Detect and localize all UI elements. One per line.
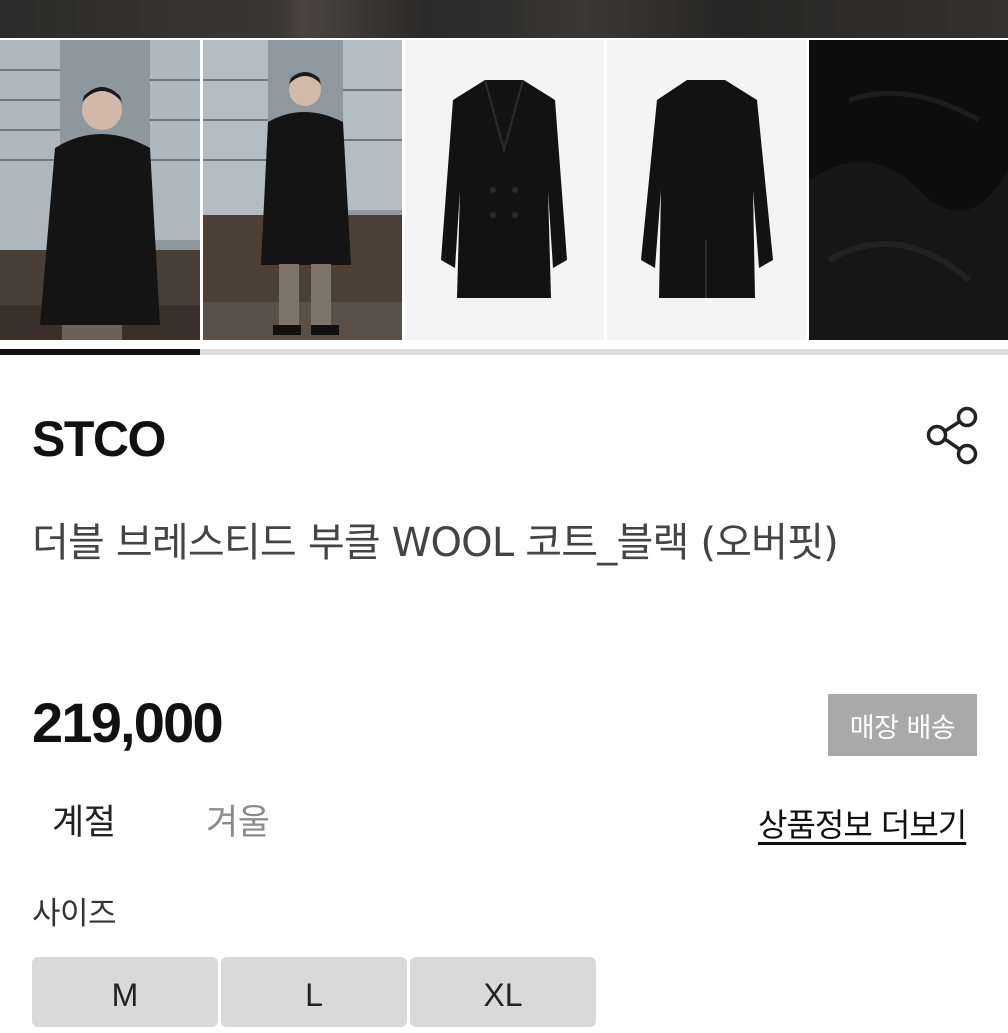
share-button[interactable] bbox=[922, 404, 982, 466]
wool-fabric-closeup-photo bbox=[809, 40, 1008, 340]
model-full-length-photo bbox=[203, 40, 402, 340]
season-value: 겨울 bbox=[206, 803, 270, 843]
coat-back-flat-photo bbox=[607, 40, 806, 340]
product-title: 더블 브레스티드 부클 WOOL 코트_블랙 (오버핏) bbox=[32, 520, 839, 566]
gallery-indicator-active bbox=[0, 349, 200, 355]
coat-front-flat-photo bbox=[405, 40, 604, 340]
season-label: 계절 bbox=[52, 803, 116, 843]
size-label: 사이즈 bbox=[32, 896, 117, 932]
size-option-xl[interactable]: XL bbox=[410, 957, 596, 1027]
thumbnail-coat-back[interactable] bbox=[607, 40, 806, 340]
size-option-m[interactable]: M bbox=[32, 957, 218, 1027]
brand-name[interactable]: STCO bbox=[32, 410, 166, 468]
product-price: 219,000 bbox=[32, 691, 224, 754]
product-info-more-link[interactable]: 상품정보 더보기 bbox=[758, 802, 967, 848]
delivery-badge: 매장 배송 bbox=[828, 694, 977, 756]
thumbnail-model-full-length[interactable] bbox=[203, 40, 402, 340]
thumbnail-wool-closeup[interactable] bbox=[809, 40, 1008, 340]
thumbnail-model-wearing-coat[interactable] bbox=[0, 40, 200, 340]
share-icon bbox=[926, 406, 978, 465]
hero-image-strip bbox=[0, 0, 1008, 38]
thumbnail-gallery bbox=[0, 40, 1008, 340]
model-wearing-coat-photo bbox=[0, 40, 200, 340]
size-option-l[interactable]: L bbox=[221, 957, 407, 1027]
thumbnail-coat-front[interactable] bbox=[405, 40, 604, 340]
